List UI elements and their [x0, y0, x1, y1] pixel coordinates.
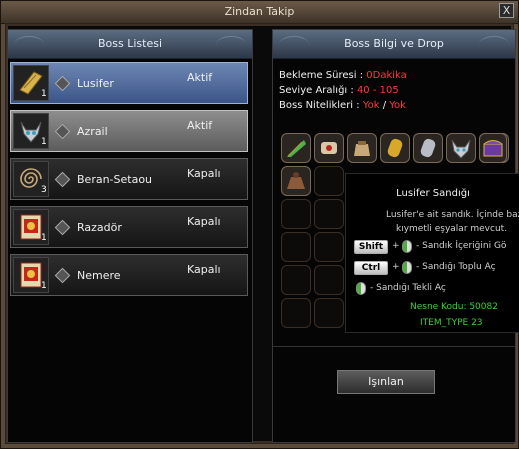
boss-row-nemere[interactable]: 1 Nemere Kapalı [10, 254, 248, 296]
brown-sack-icon [287, 172, 305, 189]
shift-key: Shift [354, 240, 388, 254]
boss-name: Nemere [77, 269, 121, 282]
section-divider [273, 346, 515, 347]
gold-cylinder-icon [387, 138, 403, 158]
mouse-left-click-icon [402, 261, 412, 274]
tooltip-title: Lusifer Sandığı [396, 188, 470, 199]
horned-helmet-icon [451, 139, 471, 159]
wait-time-value: 0Dakika [366, 70, 407, 81]
level-range-line: Seviye Aralığı : 40 - 105 [279, 85, 399, 96]
close-button[interactable]: X [499, 3, 514, 18]
drop-slot[interactable] [281, 199, 311, 229]
window-title: Zindan Takip [224, 5, 295, 18]
drop-slot[interactable] [281, 232, 311, 262]
wait-time-label: Bekleme Süresi : [279, 70, 367, 81]
scroll-bundle-icon [321, 142, 337, 154]
drop-slot[interactable] [446, 133, 476, 163]
drop-slot[interactable] [314, 232, 344, 262]
diamond-icon [54, 171, 71, 188]
boss-count: 1 [41, 137, 47, 147]
boss-count: 3 [41, 185, 47, 195]
boss-status: Aktif [187, 71, 213, 84]
drop-slot[interactable] [314, 298, 344, 328]
drop-slot[interactable] [281, 133, 311, 163]
boss-list-panel: Boss Listesi 1 Lusifer Aktif 1 Azrail Ak… [7, 29, 253, 443]
purple-chest-icon [483, 140, 503, 157]
boss-name: Beran-Setaou [77, 173, 153, 186]
boss-row-beran-setaou[interactable]: 3 Beran-Setaou Kapalı [10, 158, 248, 200]
tan-pouch-icon [354, 141, 370, 156]
ctrl-key: Ctrl [354, 261, 388, 275]
drop-slot[interactable] [314, 166, 344, 196]
drop-slot[interactable] [479, 133, 507, 163]
boss-row-lusifer[interactable]: 1 Lusifer Aktif [10, 62, 248, 104]
boss-attributes-label: Boss Nitelikleri : [279, 100, 363, 111]
mouse-left-click-icon [402, 240, 412, 253]
drop-slot[interactable] [281, 166, 311, 196]
drop-slot[interactable] [314, 133, 344, 163]
boss-count: 1 [41, 281, 47, 291]
boss-list-header: Boss Listesi [8, 30, 252, 59]
boss-status: Aktif [187, 119, 213, 132]
boss-name: Azrail [77, 125, 108, 138]
plus-sign: + [392, 262, 400, 272]
tooltip-description: Lusifer'e ait sandık. İçinde bazı [386, 210, 519, 220]
drop-slot[interactable] [413, 133, 443, 163]
diamond-icon [54, 123, 71, 140]
item-code: Nesne Kodu: 50082 [410, 302, 498, 312]
drop-slot[interactable] [380, 133, 410, 163]
title-bar[interactable]: Zindan Takip X [1, 1, 518, 24]
boss-row-azrail[interactable]: 1 Azrail Aktif [10, 110, 248, 152]
diamond-icon [54, 219, 71, 236]
wait-time-line: Bekleme Süresi : 0Dakika [279, 70, 407, 81]
boss-count: 1 [41, 89, 47, 99]
diamond-icon [54, 75, 71, 92]
boss-info-header: Boss Bilgi ve Drop [273, 30, 515, 59]
boss-info-panel: Boss Bilgi ve Drop Bekleme Süresi : 0Dak… [272, 29, 519, 443]
drop-slot[interactable] [281, 298, 311, 328]
teleport-button[interactable]: Işınlan [337, 370, 435, 394]
boss-attributes-line: Boss Nitelikleri : Yok / Yok [279, 100, 406, 111]
boss-attribute-value: Yok [362, 100, 380, 111]
attribute-separator: / [379, 100, 390, 111]
item-tooltip: Lusifer Sandığı Lusifer'e ait sandık. İç… [345, 173, 519, 333]
ctrl-action-text: - Sandığı Toplu Aç [416, 262, 496, 272]
drop-slot[interactable] [281, 265, 311, 295]
plus-sign: + [392, 241, 400, 251]
boss-count: 1 [41, 233, 47, 243]
drop-slot[interactable] [314, 265, 344, 295]
boss-status: Kapalı [187, 167, 221, 180]
boss-name: Lusifer [77, 77, 114, 90]
diamond-icon [54, 267, 71, 284]
green-feather-icon [287, 140, 306, 157]
item-type: ITEM_TYPE 23 [420, 318, 483, 328]
drop-slot[interactable] [314, 199, 344, 229]
shift-action-text: - Sandık İçeriğini Gö [416, 241, 507, 251]
boss-status: Kapalı [187, 263, 221, 276]
level-range-label: Seviye Aralığı : [279, 85, 357, 96]
boss-status: Kapalı [187, 215, 221, 228]
drop-slot[interactable] [347, 133, 377, 163]
single-action-text: - Sandığı Tekli Aç [370, 283, 446, 293]
level-range-value: 40 - 105 [356, 85, 399, 96]
boss-name: Razadör [77, 221, 122, 234]
tooltip-description: kıymetli eşyalar mevcut. [396, 224, 508, 234]
boss-attribute-value: Yok [389, 100, 406, 111]
silver-cylinder-icon [420, 138, 436, 158]
boss-row-razador[interactable]: 1 Razadör Kapalı [10, 206, 248, 248]
boss-tracker-window: Zindan Takip X Boss Listesi 1 Lusifer Ak… [0, 0, 519, 449]
mouse-left-click-icon [356, 282, 366, 295]
